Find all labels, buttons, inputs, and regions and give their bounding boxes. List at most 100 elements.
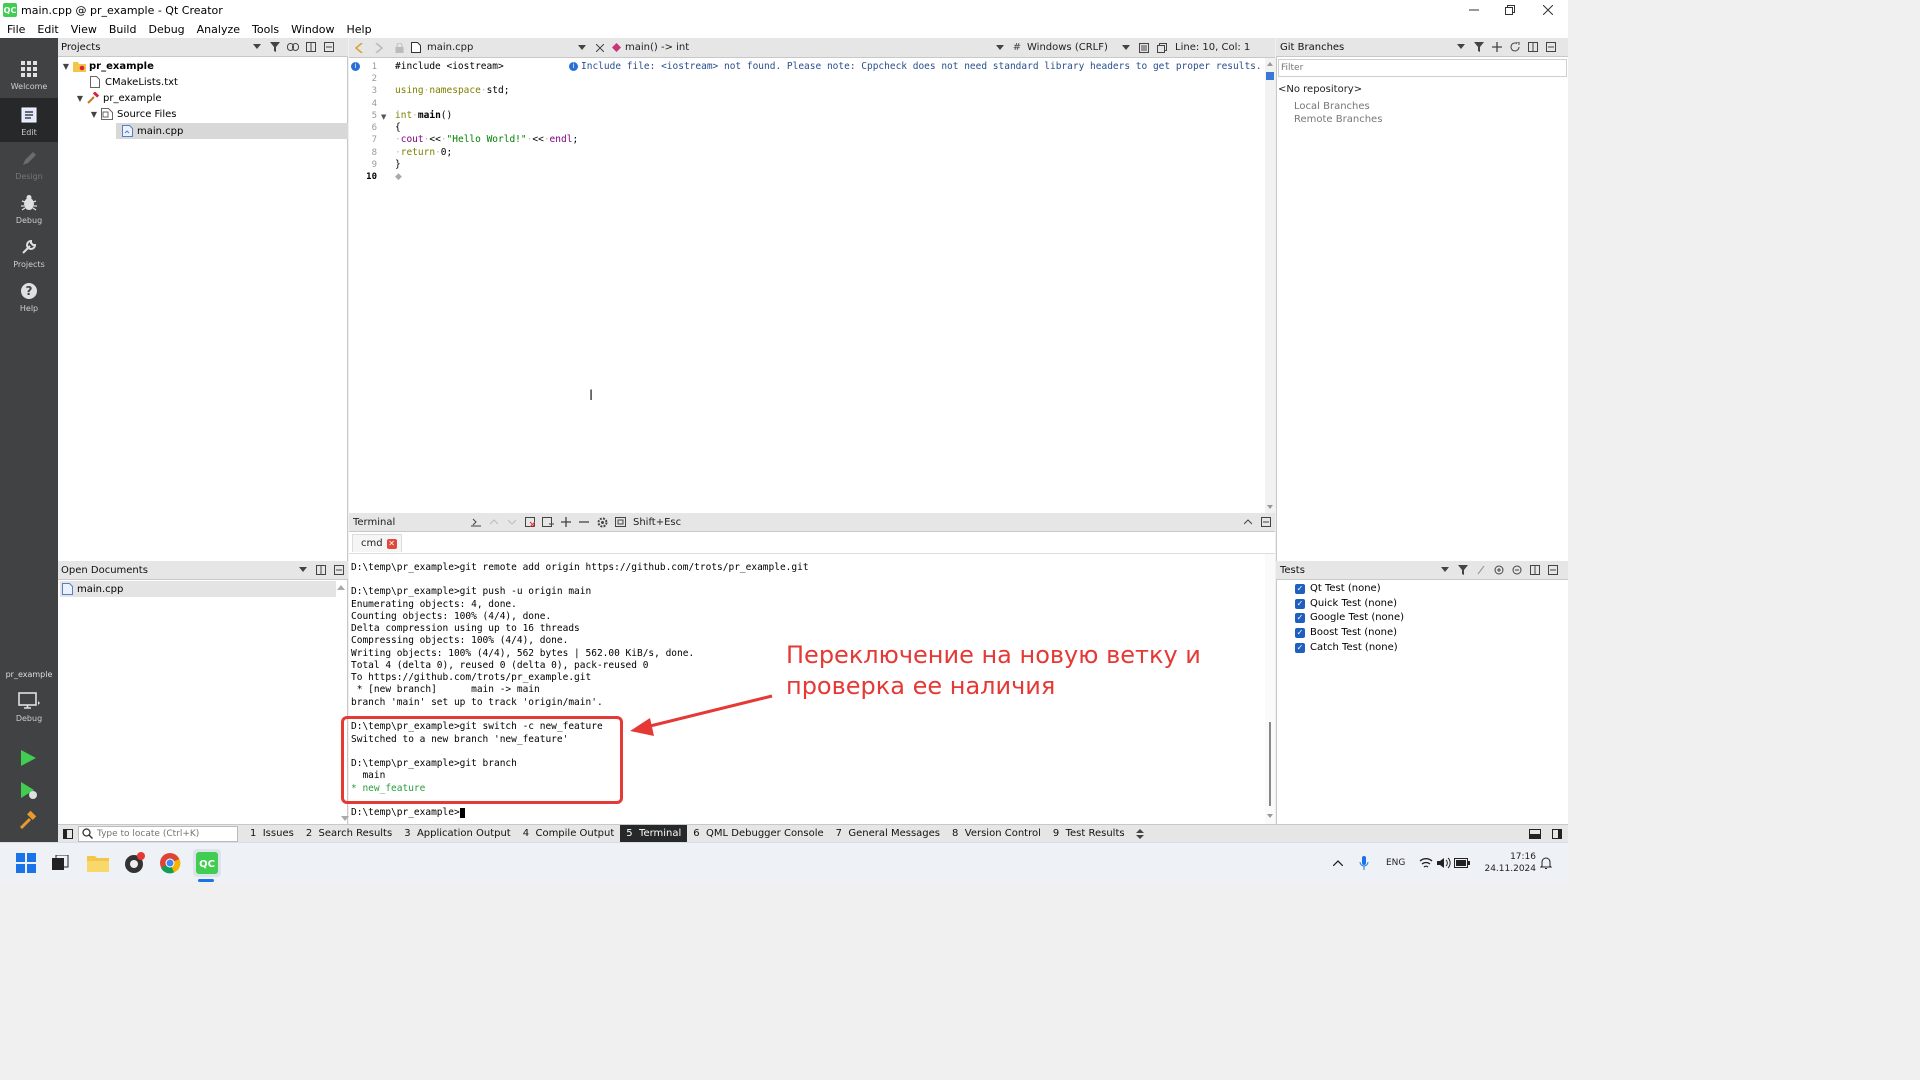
mode-welcome[interactable]: Welcome (0, 52, 58, 96)
collapse-all-button[interactable] (1508, 561, 1526, 579)
menu-analyze[interactable]: Analyze (190, 23, 245, 36)
close-pane-button[interactable] (1544, 561, 1562, 579)
output-tab-application-output[interactable]: 3 Application Output (398, 825, 517, 843)
output-tab-compile-output[interactable]: 4 Compile Output (517, 825, 621, 843)
document-outline-button[interactable] (1135, 39, 1153, 57)
output-tab-version-control[interactable]: 8 Version Control (946, 825, 1047, 843)
output-tab-terminal[interactable]: 5 Terminal (620, 824, 688, 843)
toggle-sidebar-button[interactable] (58, 825, 78, 843)
open-documents-dropdown[interactable] (294, 561, 312, 579)
tree-item-project-root[interactable]: ▼ pr_example (60, 58, 154, 74)
clear-terminal-button[interactable] (521, 513, 539, 531)
task-view-button[interactable] (48, 851, 72, 875)
close-pane-button[interactable] (330, 561, 348, 579)
language-indicator[interactable]: ENG (1386, 858, 1405, 868)
open-file-selector[interactable]: main.cpp (423, 42, 573, 53)
refresh-button[interactable] (1506, 38, 1524, 56)
build-button[interactable] (18, 810, 38, 833)
qt-creator-taskbar-button[interactable]: QC (193, 849, 221, 877)
scroll-up-button[interactable] (485, 513, 503, 531)
symbol-dropdown[interactable] (991, 39, 1009, 57)
menu-build[interactable]: Build (102, 23, 142, 36)
microphone-button[interactable] (1352, 851, 1376, 875)
symbol-selector[interactable]: main() -> int (623, 42, 991, 53)
terminal-scrollbar[interactable] (1265, 554, 1275, 824)
menu-window[interactable]: Window (284, 23, 339, 36)
tree-item-cmakelists[interactable]: CMakeLists.txt (88, 74, 178, 90)
minimize-button[interactable] (1456, 0, 1492, 20)
more-tabs-button[interactable] (1131, 825, 1149, 843)
menu-debug[interactable]: Debug (141, 23, 189, 36)
mode-edit[interactable]: Edit (0, 98, 58, 142)
cursor-position[interactable]: Line: 10, Col: 1 (1171, 42, 1250, 53)
split-pane-button[interactable] (1526, 561, 1544, 579)
output-tab-issues[interactable]: 1 Issues (244, 825, 300, 843)
output-tab-general-messages[interactable]: 7 General Messages (830, 825, 946, 843)
split-pane-button[interactable] (302, 38, 320, 56)
line-endings-selector[interactable]: Windows (CRLF) (1025, 42, 1117, 53)
go-back-button[interactable] (349, 39, 369, 57)
toggle-right-sidebar-button[interactable] (1546, 825, 1568, 843)
terminal-tab-cmd[interactable]: cmd ✕ (352, 534, 402, 552)
test-framework-checkbox[interactable]: ✓ Google Test (none) (1295, 612, 1404, 623)
output-tab-test-results[interactable]: 9 Test Results (1047, 825, 1131, 843)
test-framework-checkbox[interactable]: ✓ Quick Test (none) (1295, 598, 1397, 609)
mode-debug[interactable]: Debug (0, 186, 58, 230)
open-document-item[interactable]: main.cpp (60, 581, 336, 597)
projects-view-dropdown[interactable] (248, 38, 266, 56)
git-branches-dropdown[interactable] (1452, 38, 1470, 56)
tree-item-source-files[interactable]: ▼ Source Files (88, 106, 176, 122)
branch-filter-input[interactable] (1278, 59, 1567, 77)
line-endings-dropdown[interactable] (1117, 39, 1135, 57)
chevron-down-icon[interactable]: ▼ (88, 110, 100, 119)
close-pane-button[interactable] (1257, 513, 1275, 531)
scroll-down-button[interactable] (503, 513, 521, 531)
filter-button[interactable] (1470, 38, 1488, 56)
notifications-button[interactable] (1534, 851, 1558, 875)
test-framework-checkbox[interactable]: ✓ Qt Test (none) (1295, 583, 1381, 594)
test-framework-checkbox[interactable]: ✓ Catch Test (none) (1295, 642, 1398, 653)
menu-tools[interactable]: Tools (245, 23, 284, 36)
close-button[interactable] (1530, 0, 1566, 20)
output-tab-qml-debugger-console[interactable]: 6 QML Debugger Console (687, 825, 829, 843)
sort-button[interactable] (1472, 561, 1490, 579)
local-branches-node[interactable]: Local Branches (1294, 101, 1370, 112)
start-button[interactable] (14, 851, 38, 875)
show-hidden-icons-button[interactable] (1326, 851, 1350, 875)
add-branch-button[interactable] (1488, 38, 1506, 56)
run-button[interactable] (18, 748, 38, 771)
filter-button[interactable] (1454, 561, 1472, 579)
code-editor[interactable]: i 1 2 3 4 5 6 7 8 9 10 ▼ #include <iostr… (349, 58, 1275, 513)
mode-projects[interactable]: Projects (0, 230, 58, 274)
link-editor-button[interactable] (284, 38, 302, 56)
kit-selector[interactable]: Debug (0, 684, 58, 728)
split-pane-button[interactable] (1524, 38, 1542, 56)
new-terminal-button[interactable] (467, 513, 485, 531)
fold-chevron-icon[interactable]: ▼ (381, 113, 386, 121)
add-terminal-button[interactable] (557, 513, 575, 531)
menu-help[interactable]: Help (340, 23, 377, 36)
remote-branches-node[interactable]: Remote Branches (1294, 114, 1382, 125)
mode-help[interactable]: ? Help (0, 274, 58, 318)
close-terminal-button[interactable] (575, 513, 593, 531)
terminal-scroll-thumb[interactable] (1269, 722, 1271, 806)
debug-run-button[interactable] (18, 780, 38, 803)
tree-item-main-cpp[interactable]: main.cpp (116, 123, 348, 139)
locate-input[interactable] (78, 825, 238, 842)
output-tab-search-results[interactable]: 2 Search Results (300, 825, 398, 843)
close-document-button[interactable] (591, 39, 609, 57)
chevron-down-icon[interactable]: ▼ (74, 94, 86, 103)
test-framework-checkbox[interactable]: ✓ Boost Test (none) (1295, 627, 1397, 638)
editor-scrollbar[interactable] (1265, 58, 1275, 513)
close-tab-icon[interactable]: ✕ (386, 538, 397, 549)
mode-design[interactable]: Design (0, 142, 58, 186)
chrome-button[interactable] (158, 851, 182, 875)
app-button[interactable] (122, 851, 146, 875)
chevron-down-icon[interactable]: ▼ (60, 62, 72, 71)
toggle-progress-button[interactable] (1524, 825, 1546, 843)
split-editor-button[interactable] (1153, 39, 1171, 57)
split-pane-button[interactable] (312, 561, 330, 579)
menu-edit[interactable]: Edit (30, 23, 63, 36)
expand-all-button[interactable] (1490, 561, 1508, 579)
terminal-settings-button[interactable] (593, 513, 611, 531)
